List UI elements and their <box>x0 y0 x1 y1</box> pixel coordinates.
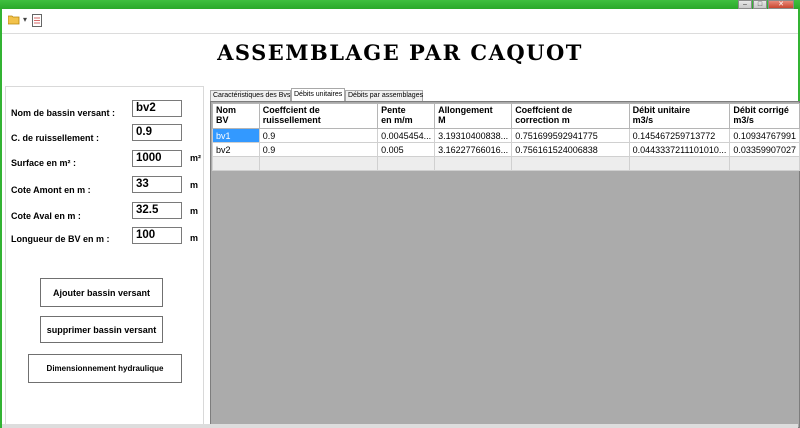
column-header-debit-corrige[interactable]: Débit corrigé m3/s <box>729 103 800 129</box>
toolbar: ▾ <box>2 9 798 34</box>
grid-cell[interactable] <box>729 156 800 171</box>
column-header-debit-unitaire[interactable]: Débit unitaire m3/s <box>628 103 731 129</box>
aval-unit: m <box>190 206 199 216</box>
folder-icon[interactable] <box>8 15 20 25</box>
tab-debits-unitaires[interactable]: Débits unitaires <box>291 88 345 102</box>
grid-cell[interactable] <box>511 156 630 171</box>
surface-label: Surface en m² : <box>11 158 77 168</box>
table-row[interactable]: bv1 0.9 0.0045454... 3.19310400838... 0.… <box>212 128 800 143</box>
surface-unit: m² <box>190 153 201 163</box>
grid-cell[interactable]: 0.145467259713772 <box>628 128 731 143</box>
aval-field[interactable]: 32.5 <box>132 202 182 219</box>
table-row[interactable]: bv2 0.9 0.005 3.16227766016... 0.7561615… <box>212 142 800 157</box>
nom-field[interactable]: bv2 <box>132 100 182 117</box>
title-bar <box>0 0 800 9</box>
maximize-button[interactable]: □ <box>753 0 767 9</box>
nom-label: Nom de bassin versant : <box>11 108 116 118</box>
ruissellement-label: C. de ruissellement : <box>11 133 100 143</box>
grid-cell[interactable] <box>258 156 379 171</box>
document-icon[interactable] <box>32 14 43 27</box>
grid-cell[interactable] <box>434 156 513 171</box>
grid-cell[interactable]: 0.751699592941775 <box>511 128 630 143</box>
ruissellement-field[interactable]: 0.9 <box>132 124 182 141</box>
minimize-button[interactable]: – <box>738 0 752 9</box>
column-header-allongement[interactable]: Allongement M <box>434 103 513 129</box>
grid-cell[interactable]: 0.9 <box>258 142 379 157</box>
aval-label: Cote Aval en m : <box>11 211 81 221</box>
longueur-field[interactable]: 100 <box>132 227 182 244</box>
chevron-down-icon[interactable]: ▾ <box>23 15 27 24</box>
amont-label: Cote Amont en m : <box>11 185 91 195</box>
dimensionnement-button[interactable]: Dimensionnement hydraulique <box>28 354 182 383</box>
close-button[interactable]: ✕ <box>768 0 794 9</box>
grid-cell[interactable]: 0.005 <box>377 142 436 157</box>
data-grid: Nom BV Coeffcient de ruissellement Pente en… <box>212 103 800 171</box>
page-title: ASSEMBLAGE PAR CAQUOT <box>217 40 583 65</box>
column-header-coefficient[interactable]: Coeffcient de ruissellement <box>258 103 379 129</box>
grid-cell[interactable]: bv1 <box>212 128 260 143</box>
grid-cell[interactable]: 0.03359907027 <box>729 142 800 157</box>
column-header-pente[interactable]: Pente en m/m <box>377 103 436 129</box>
amont-unit: m <box>190 180 199 190</box>
grid-cell[interactable] <box>628 156 731 171</box>
grid-cell[interactable]: 0.9 <box>258 128 379 143</box>
supprimer-bassin-button[interactable]: supprimer bassin versant <box>40 316 163 343</box>
grid-header-row: Nom BV Coeffcient de ruissellement Pente en… <box>212 103 800 129</box>
window-border-left <box>0 9 2 428</box>
grid-cell[interactable]: 0.0045454... <box>377 128 436 143</box>
window-controls: – □ ✕ <box>738 0 794 9</box>
new-row[interactable] <box>212 156 800 171</box>
grid-cell[interactable]: 3.16227766016... <box>434 142 513 157</box>
surface-field[interactable]: 1000 <box>132 150 182 167</box>
amont-field[interactable]: 33 <box>132 176 182 193</box>
longueur-label: Longueur de BV en m : <box>11 234 110 244</box>
ajouter-bassin-button[interactable]: Ajouter bassin versant <box>40 278 163 307</box>
grid-cell[interactable]: bv2 <box>212 142 260 157</box>
longueur-unit: m <box>190 233 199 243</box>
column-header-correction[interactable]: Coeffcient de correction m <box>511 103 630 129</box>
grid-cell[interactable] <box>377 156 436 171</box>
grid-cell[interactable]: 0.756161524006838 <box>511 142 630 157</box>
status-bar <box>2 424 798 428</box>
grid-cell[interactable] <box>212 156 260 171</box>
grid-cell[interactable]: 3.19310400838... <box>434 128 513 143</box>
grid-cell[interactable]: 0.0443337211101010... <box>628 142 731 157</box>
grid-cell[interactable]: 0.10934767991 <box>729 128 800 143</box>
column-header-nom[interactable]: Nom BV <box>212 103 260 129</box>
